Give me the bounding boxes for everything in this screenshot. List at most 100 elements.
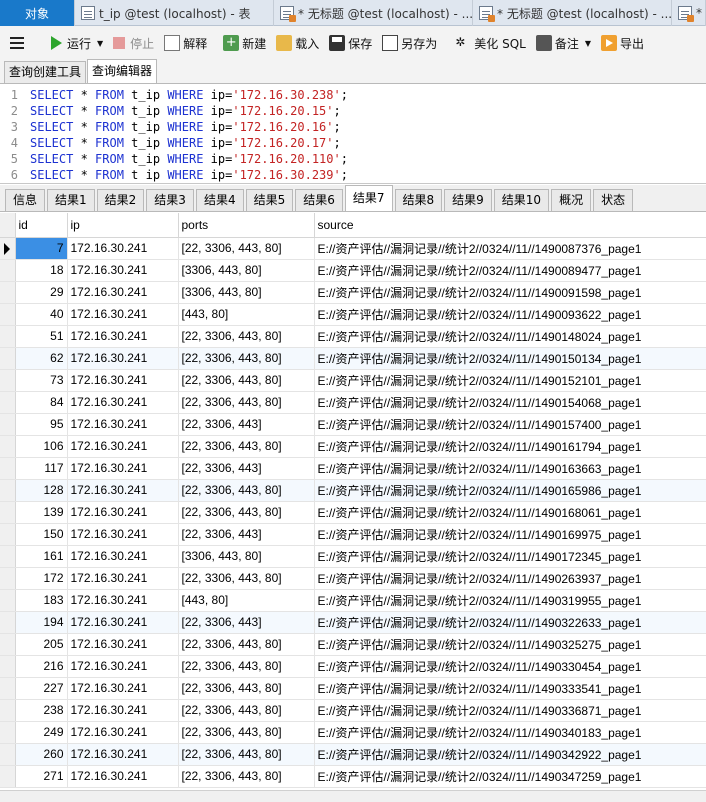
row-marker[interactable] bbox=[0, 369, 16, 392]
cell-source[interactable]: E://资产评估//漏洞记录//统计2//0324//11//149026393… bbox=[314, 567, 706, 590]
cell-source[interactable]: E://资产评估//漏洞记录//统计2//0324//11//149016806… bbox=[314, 501, 706, 524]
cell-ports[interactable]: [22, 3306, 443, 80] bbox=[178, 743, 315, 766]
cell-source[interactable]: E://资产评估//漏洞记录//统计2//0324//11//149016179… bbox=[314, 435, 706, 458]
cell-ports[interactable]: [22, 3306, 443, 80] bbox=[178, 479, 315, 502]
result-tab[interactable]: 结果5 bbox=[245, 189, 294, 211]
cell-ip[interactable]: 172.16.30.241 bbox=[67, 413, 179, 436]
table-row[interactable]: 84 172.16.30.241 [22, 3306, 443, 80] E://资产… bbox=[0, 391, 706, 414]
table-row[interactable]: 51 172.16.30.241 [22, 3306, 443, 80] E://资产… bbox=[0, 325, 706, 348]
cell-id[interactable]: 161 bbox=[15, 545, 68, 568]
cell-source[interactable]: E://资产评估//漏洞记录//统计2//0324//11//149034725… bbox=[314, 765, 706, 788]
save-as-button[interactable]: 另存为 bbox=[377, 30, 442, 56]
table-row[interactable]: 29 172.16.30.241 [3306, 443, 80] E://资产评估//… bbox=[0, 281, 706, 304]
cell-ip[interactable]: 172.16.30.241 bbox=[67, 743, 179, 766]
cell-ports[interactable]: [3306, 443, 80] bbox=[178, 259, 315, 282]
table-row[interactable]: 172 172.16.30.241 [22, 3306, 443, 80] E://资… bbox=[0, 567, 706, 590]
cell-source[interactable]: E://资产评估//漏洞记录//统计2//0324//11//149031995… bbox=[314, 589, 706, 612]
cell-ip[interactable]: 172.16.30.241 bbox=[67, 655, 179, 678]
tab-table-t-ip[interactable]: t_ip @test (localhost) - 表 bbox=[75, 0, 274, 26]
row-marker[interactable] bbox=[0, 501, 16, 524]
cell-ip[interactable]: 172.16.30.241 bbox=[67, 721, 179, 744]
cell-ip[interactable]: 172.16.30.241 bbox=[67, 699, 179, 722]
table-row[interactable]: 40 172.16.30.241 [443, 80] E://资产评估//漏洞记录//… bbox=[0, 303, 706, 326]
cell-ip[interactable]: 172.16.30.241 bbox=[67, 259, 179, 282]
cell-ip[interactable]: 172.16.30.241 bbox=[67, 479, 179, 502]
table-row[interactable]: 194 172.16.30.241 [22, 3306, 443] E://资产评估/… bbox=[0, 611, 706, 634]
hamburger-menu-icon[interactable] bbox=[10, 37, 24, 49]
cell-id[interactable]: 29 bbox=[15, 281, 68, 304]
row-marker[interactable] bbox=[0, 259, 16, 282]
cell-ports[interactable]: [22, 3306, 443, 80] bbox=[178, 699, 315, 722]
cell-source[interactable]: E://资产评估//漏洞记录//统计2//0324//11//149033687… bbox=[314, 699, 706, 722]
row-marker[interactable] bbox=[0, 523, 16, 546]
cell-id[interactable]: 249 bbox=[15, 721, 68, 744]
row-marker[interactable] bbox=[0, 303, 16, 326]
chevron-down-icon[interactable]: ▼ bbox=[585, 39, 591, 48]
table-row[interactable]: 128 172.16.30.241 [22, 3306, 443, 80] E://资… bbox=[0, 479, 706, 502]
result-grid[interactable]: id ip ports source 7 172.16.30.241 [22, 33… bbox=[0, 213, 706, 790]
cell-id[interactable]: 95 bbox=[15, 413, 68, 436]
table-row[interactable]: 139 172.16.30.241 [22, 3306, 443, 80] E://资… bbox=[0, 501, 706, 524]
result-tab[interactable]: 信息 bbox=[5, 189, 46, 211]
stop-button[interactable]: 停止 bbox=[108, 30, 159, 56]
explain-button[interactable]: 解释 bbox=[159, 30, 212, 56]
cell-source[interactable]: E://资产评估//漏洞记录//统计2//0324//11//149017234… bbox=[314, 545, 706, 568]
cell-source[interactable]: E://资产评估//漏洞记录//统计2//0324//11//149014802… bbox=[314, 325, 706, 348]
cell-ip[interactable]: 172.16.30.241 bbox=[67, 303, 179, 326]
row-marker[interactable] bbox=[0, 567, 16, 590]
cell-ports[interactable]: [22, 3306, 443, 80] bbox=[178, 633, 315, 656]
result-tab[interactable]: 结果9 bbox=[444, 189, 492, 211]
cell-id[interactable]: 18 bbox=[15, 259, 68, 282]
cell-ports[interactable]: [22, 3306, 443] bbox=[178, 611, 315, 634]
run-button[interactable]: 运行 ▼ bbox=[46, 30, 108, 56]
cell-id[interactable]: 117 bbox=[15, 457, 68, 480]
cell-id[interactable]: 40 bbox=[15, 303, 68, 326]
cell-source[interactable]: E://资产评估//漏洞记录//统计2//0324//11//149032263… bbox=[314, 611, 706, 634]
cell-id[interactable]: 227 bbox=[15, 677, 68, 700]
table-row[interactable]: 216 172.16.30.241 [22, 3306, 443, 80] E://资… bbox=[0, 655, 706, 678]
cell-ports[interactable]: [22, 3306, 443, 80] bbox=[178, 721, 315, 744]
row-marker[interactable] bbox=[0, 281, 16, 304]
cell-ports[interactable]: [22, 3306, 443, 80] bbox=[178, 677, 315, 700]
cell-ip[interactable]: 172.16.30.241 bbox=[67, 545, 179, 568]
row-marker[interactable] bbox=[0, 457, 16, 480]
tab-untitled-query-1[interactable]: * 无标题 @test (localhost) - ... bbox=[274, 0, 473, 26]
table-row[interactable]: 260 172.16.30.241 [22, 3306, 443, 80] E://资… bbox=[0, 743, 706, 766]
cell-id[interactable]: 62 bbox=[15, 347, 68, 370]
cell-source[interactable]: E://资产评估//漏洞记录//统计2//0324//11//149008737… bbox=[314, 237, 706, 260]
beautify-sql-button[interactable]: ✲ 美化 SQL bbox=[450, 30, 531, 56]
chevron-down-icon[interactable]: ▼ bbox=[97, 39, 103, 48]
cell-source[interactable]: E://资产评估//漏洞记录//统计2//0324//11//149033045… bbox=[314, 655, 706, 678]
cell-id[interactable]: 271 bbox=[15, 765, 68, 788]
result-tab[interactable]: 结果10 bbox=[493, 189, 550, 211]
cell-ip[interactable]: 172.16.30.241 bbox=[67, 677, 179, 700]
cell-ports[interactable]: [22, 3306, 443, 80] bbox=[178, 765, 315, 788]
tab-query-editor[interactable]: 查询编辑器 bbox=[87, 59, 158, 83]
cell-ip[interactable]: 172.16.30.241 bbox=[67, 369, 179, 392]
cell-id[interactable]: 183 bbox=[15, 589, 68, 612]
table-row[interactable]: 249 172.16.30.241 [22, 3306, 443, 80] E://资… bbox=[0, 721, 706, 744]
row-marker[interactable] bbox=[0, 589, 16, 612]
cell-id[interactable]: 139 bbox=[15, 501, 68, 524]
cell-source[interactable]: E://资产评估//漏洞记录//统计2//0324//11//149015406… bbox=[314, 391, 706, 414]
cell-id[interactable]: 172 bbox=[15, 567, 68, 590]
table-row[interactable]: 73 172.16.30.241 [22, 3306, 443, 80] E://资产… bbox=[0, 369, 706, 392]
table-row[interactable]: 183 172.16.30.241 [443, 80] E://资产评估//漏洞记录/… bbox=[0, 589, 706, 612]
tab-query-builder[interactable]: 查询创建工具 bbox=[4, 61, 87, 83]
cell-ip[interactable]: 172.16.30.241 bbox=[67, 325, 179, 348]
table-row[interactable]: 7 172.16.30.241 [22, 3306, 443, 80] E://资产评… bbox=[0, 237, 706, 260]
cell-ports[interactable]: [22, 3306, 443, 80] bbox=[178, 655, 315, 678]
row-marker[interactable] bbox=[0, 391, 16, 414]
cell-ip[interactable]: 172.16.30.241 bbox=[67, 611, 179, 634]
cell-source[interactable]: E://资产评估//漏洞记录//统计2//0324//11//149009362… bbox=[314, 303, 706, 326]
table-row[interactable]: 95 172.16.30.241 [22, 3306, 443] E://资产评估//… bbox=[0, 413, 706, 436]
result-tab[interactable]: 概况 bbox=[551, 189, 592, 211]
row-marker[interactable] bbox=[0, 347, 16, 370]
table-row[interactable]: 227 172.16.30.241 [22, 3306, 443, 80] E://资… bbox=[0, 677, 706, 700]
cell-source[interactable]: E://资产评估//漏洞记录//统计2//0324//11//149016997… bbox=[314, 523, 706, 546]
table-row[interactable]: 238 172.16.30.241 [22, 3306, 443, 80] E://资… bbox=[0, 699, 706, 722]
cell-id[interactable]: 194 bbox=[15, 611, 68, 634]
cell-ports[interactable]: [443, 80] bbox=[178, 303, 315, 326]
cell-ip[interactable]: 172.16.30.241 bbox=[67, 391, 179, 414]
row-marker[interactable] bbox=[0, 435, 16, 458]
